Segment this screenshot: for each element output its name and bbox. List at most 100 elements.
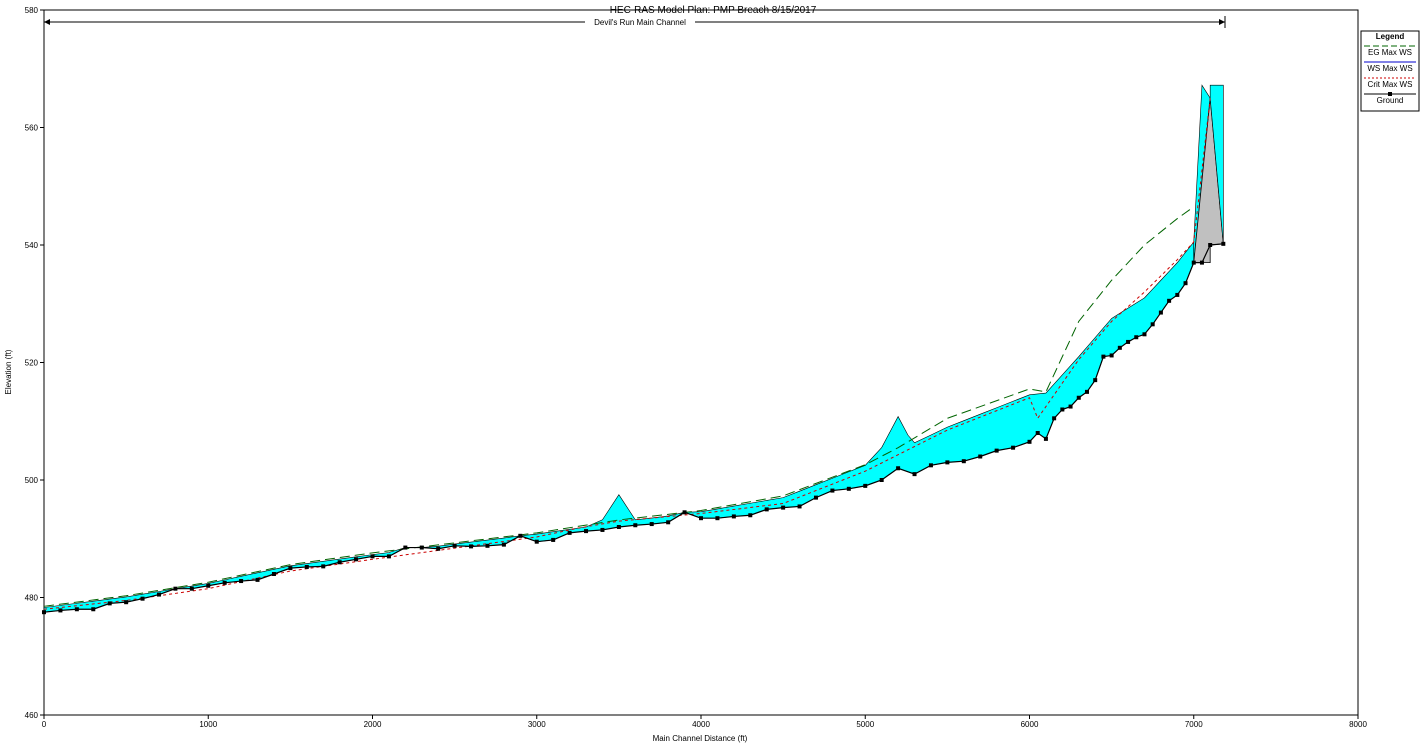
y-tick-label: 580	[25, 6, 39, 15]
ground-point	[337, 560, 342, 565]
ground-point	[1126, 339, 1131, 344]
ground-point	[1084, 389, 1089, 394]
plot-frame	[43, 9, 1359, 716]
ground-point	[1101, 354, 1106, 359]
ground-point	[879, 478, 884, 482]
y-tick-label: 500	[25, 476, 39, 485]
x-tick-label: 8000	[1349, 720, 1367, 729]
ground-point	[42, 610, 46, 615]
x-tick-label: 5000	[856, 720, 874, 729]
ground-point	[1175, 292, 1180, 297]
ground-point	[1158, 310, 1163, 315]
legend-entry: Crit Max WS	[1368, 80, 1413, 89]
legend: Legend EG Max WS WS Max WS Crit Max WS Grou…	[1360, 30, 1420, 112]
ground-point	[830, 488, 835, 493]
x-tick-label: 4000	[692, 720, 710, 729]
x-tick-label: 7000	[1185, 720, 1203, 729]
water-surface-fill	[43, 241, 1195, 613]
ground-point	[1060, 407, 1065, 412]
ground-point	[436, 546, 441, 551]
y-tick-label: 460	[25, 711, 39, 720]
ground-point	[469, 544, 474, 549]
y-tick-label: 540	[25, 241, 39, 250]
ground-point	[304, 564, 309, 569]
ground-point	[1035, 431, 1040, 435]
ground-point	[1117, 345, 1122, 350]
ground-point	[764, 507, 769, 512]
legend-title: Legend	[1376, 32, 1405, 41]
ground-point	[551, 537, 556, 542]
x-axis-ticks: 0 1000 2000 3000 4000 5000 6000 7000 8000	[42, 715, 1367, 729]
ground-point	[419, 545, 424, 550]
ground-point	[649, 522, 654, 527]
ground-point	[452, 543, 457, 548]
ground-point	[715, 516, 720, 521]
x-axis-label: Main Channel Distance (ft)	[653, 734, 748, 743]
ground-point	[189, 586, 194, 591]
ground-point	[748, 513, 753, 518]
ground-point	[1043, 436, 1048, 441]
profile-chart: HEC-RAS Model Plan: PMP Breach 8/15/2017…	[4, 5, 1420, 743]
x-tick-label: 2000	[364, 720, 382, 729]
ground-point	[616, 525, 621, 529]
ground-point	[1199, 260, 1204, 265]
x-tick-label: 3000	[528, 720, 546, 729]
ground-point	[699, 516, 703, 521]
ground-point	[156, 592, 161, 597]
ground-point	[1068, 404, 1073, 409]
ground-point	[271, 572, 276, 576]
water-fill-layer	[43, 84, 1224, 613]
chart-title: HEC-RAS Model Plan: PMP Breach 8/15/2017	[610, 5, 817, 16]
ground-point	[567, 530, 572, 535]
ground-point	[1109, 353, 1114, 358]
ground-point	[370, 554, 375, 559]
y-axis-ticks: 460 480 500 520 540 560 580	[25, 6, 44, 720]
ground-point	[354, 557, 359, 562]
ground-point	[666, 520, 671, 525]
y-tick-label: 560	[25, 124, 39, 133]
ground-point	[1150, 322, 1155, 327]
ground-point	[682, 510, 687, 515]
ground-point	[584, 529, 589, 534]
crit-line	[43, 98, 1211, 610]
ground-point	[600, 527, 605, 532]
ground-point	[1093, 378, 1098, 383]
ground-point	[1142, 332, 1147, 337]
ground-point	[1027, 439, 1032, 444]
ground-point	[1183, 281, 1188, 286]
x-tick-label: 0	[42, 720, 47, 729]
ground-point	[994, 448, 999, 453]
ground-point	[1011, 445, 1016, 450]
ground-point	[485, 543, 490, 548]
ground-point	[74, 607, 79, 612]
ground-point	[386, 554, 391, 559]
ground-point	[781, 505, 786, 510]
ground-point	[912, 472, 917, 477]
legend-entry: Ground	[1377, 96, 1404, 105]
ground-point	[961, 459, 966, 464]
ground-point	[1052, 416, 1057, 421]
legend-entry: EG Max WS	[1368, 48, 1412, 57]
ground-point	[255, 577, 260, 582]
ground-point	[58, 608, 63, 613]
ground-point	[1076, 395, 1081, 400]
ground-point	[928, 463, 933, 468]
ground-point	[1167, 298, 1172, 303]
x-tick-label: 1000	[199, 720, 217, 729]
series-line-layer	[43, 98, 1224, 613]
ground-point	[91, 607, 96, 612]
ground-point	[288, 566, 293, 571]
ground-point	[321, 564, 326, 569]
y-axis-label: Elevation (ft)	[4, 349, 13, 394]
y-tick-label: 480	[25, 594, 39, 603]
ground-point	[403, 545, 408, 550]
ground-point	[978, 454, 983, 459]
ground-point	[501, 542, 506, 547]
ground-point	[107, 601, 112, 606]
ground-point	[863, 483, 868, 488]
x-tick-label: 6000	[1021, 720, 1039, 729]
ground-point	[1221, 241, 1226, 246]
ground-point	[1208, 243, 1213, 247]
ground-point	[1134, 335, 1139, 340]
ground-point	[633, 523, 638, 528]
